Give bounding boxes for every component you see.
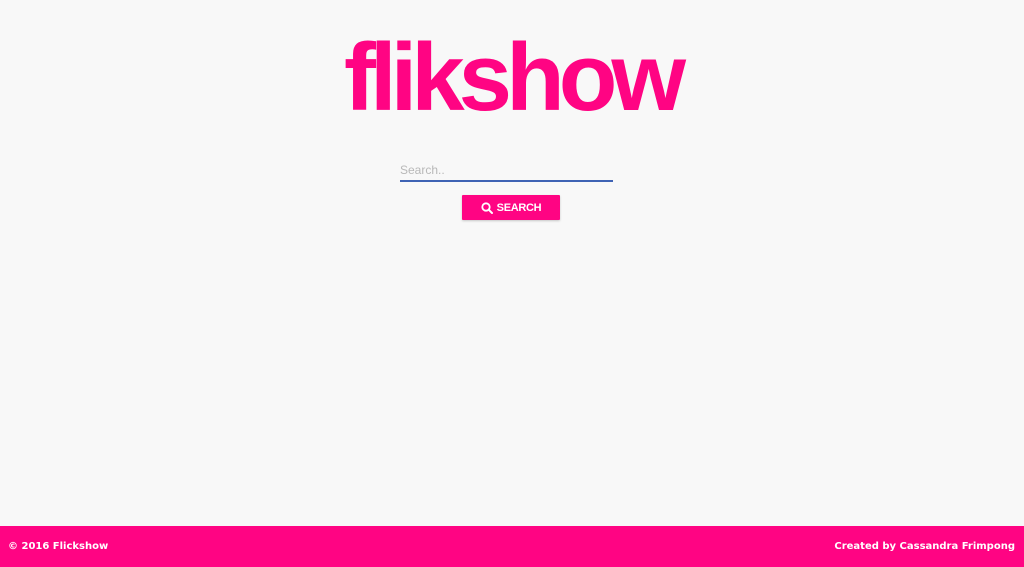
search-button[interactable]: SEARCH xyxy=(462,195,560,220)
search-button-label: SEARCH xyxy=(496,201,542,214)
search-icon xyxy=(481,201,493,214)
footer-credit: Created by Cassandra Frimpong xyxy=(834,541,1015,552)
page: flikshow SEARCH © 2016 Flickshow Created… xyxy=(0,0,1024,567)
search-form xyxy=(400,160,613,182)
footer-copyright: © 2016 Flickshow xyxy=(8,541,109,552)
footer: © 2016 Flickshow Created by Cassandra Fr… xyxy=(0,526,1024,567)
search-input[interactable] xyxy=(400,160,613,182)
site-logo: flikshow xyxy=(343,24,686,131)
